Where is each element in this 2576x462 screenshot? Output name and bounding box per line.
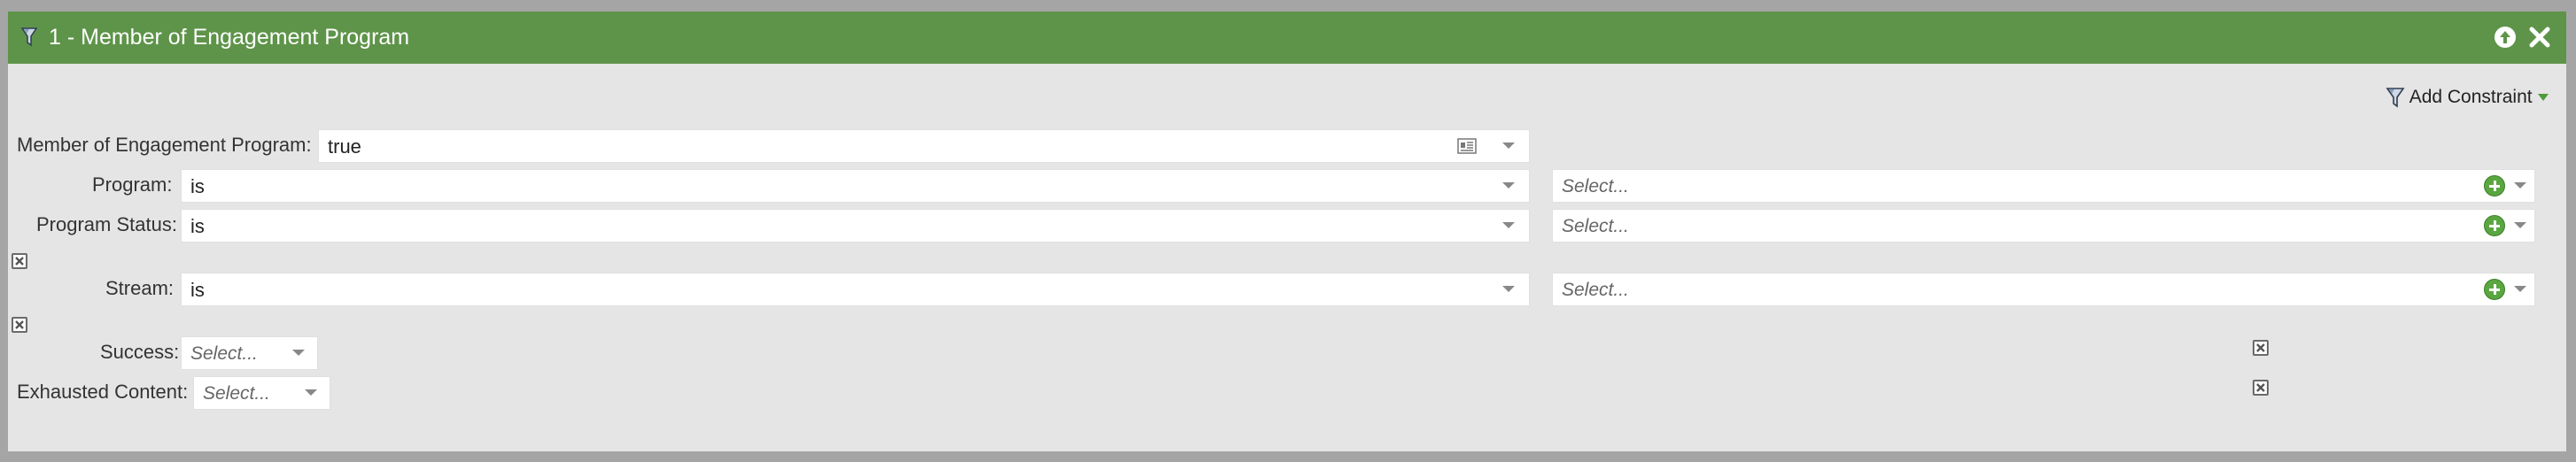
success-placeholder: Select... [190, 343, 258, 364]
caret-down-icon [2537, 87, 2549, 107]
collapse-up-icon[interactable] [2494, 26, 2517, 53]
filter-funnel-icon[interactable] [20, 27, 38, 51]
success-label: Success: [100, 341, 180, 363]
member-label: Member of Engagement Program: [17, 134, 312, 156]
program-status-value-placeholder: Select... [1562, 216, 1629, 236]
exhausted-content-select[interactable]: Select... [193, 376, 330, 410]
add-circle-icon[interactable] [2484, 175, 2505, 196]
caret-down-icon[interactable] [1502, 142, 1515, 149]
program-operator-select[interactable]: is [181, 169, 1530, 203]
exhausted-content-label: Exhausted Content: [17, 381, 189, 403]
stream-label: Stream: [105, 277, 175, 299]
stream-operator-select[interactable]: is [181, 273, 1530, 306]
program-status-label: Program Status: [36, 213, 177, 235]
member-value-text: true [328, 135, 361, 158]
program-operator-text: is [190, 175, 205, 197]
member-value-select[interactable]: true [318, 129, 1530, 163]
filter-funnel-icon [2386, 87, 2409, 109]
caret-down-icon[interactable] [2514, 286, 2526, 292]
program-label: Program: [92, 173, 173, 196]
remove-program-status-icon[interactable] [12, 253, 27, 269]
caret-down-icon[interactable] [2514, 222, 2526, 228]
caret-down-icon[interactable] [1502, 182, 1515, 189]
close-icon[interactable] [2528, 26, 2551, 53]
add-circle-icon[interactable] [2484, 279, 2505, 300]
caret-down-icon[interactable] [1502, 222, 1515, 228]
caret-down-icon[interactable] [305, 389, 317, 396]
stream-value-placeholder: Select... [1562, 280, 1629, 300]
add-circle-icon[interactable] [2484, 215, 2505, 236]
program-status-value-select[interactable]: Select... [1552, 209, 2535, 243]
stream-operator-text: is [190, 279, 205, 301]
program-value-placeholder: Select... [1562, 176, 1629, 196]
filter-title: 1 - Member of Engagement Program [49, 25, 410, 50]
filter-header: 1 - Member of Engagement Program [8, 12, 2566, 64]
program-status-operator-text: is [190, 215, 205, 237]
success-select[interactable]: Select... [181, 336, 318, 370]
program-status-operator-select[interactable]: is [181, 209, 1530, 243]
caret-down-icon[interactable] [2514, 182, 2526, 189]
caret-down-icon[interactable] [292, 350, 305, 356]
smart-list-filter-panel: 1 - Member of Engagement Program Add Con… [8, 12, 2566, 451]
remove-stream-icon[interactable] [12, 317, 27, 333]
list-detail-icon[interactable] [1457, 138, 1477, 158]
program-value-select[interactable]: Select... [1552, 169, 2535, 203]
caret-down-icon[interactable] [1502, 286, 1515, 292]
remove-exhausted-content-icon[interactable] [2253, 380, 2269, 396]
add-constraint-label: Add Constraint [2409, 87, 2533, 107]
remove-success-icon[interactable] [2253, 340, 2269, 356]
stream-value-select[interactable]: Select... [1552, 273, 2535, 306]
add-constraint-button[interactable]: Add Constraint [2386, 84, 2549, 111]
exhausted-content-placeholder: Select... [203, 383, 270, 404]
